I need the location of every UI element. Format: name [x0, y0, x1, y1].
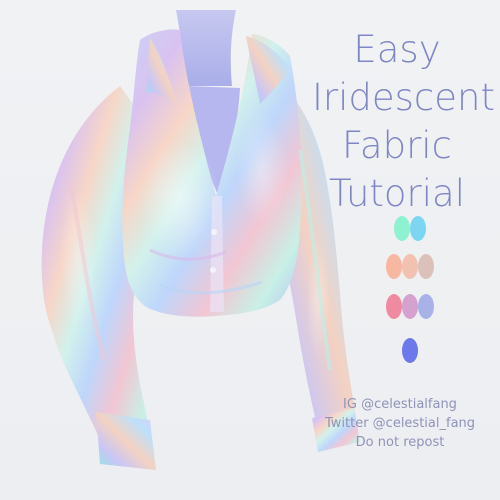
color-swatch — [418, 254, 434, 279]
fabric-highlight — [140, 140, 220, 260]
shirt-button — [210, 267, 216, 273]
title-line: Easy — [353, 28, 441, 71]
color-palette — [384, 216, 444, 376]
left-cuff — [96, 412, 156, 470]
color-swatch — [418, 294, 434, 319]
repost-notice: Do not repost — [355, 435, 445, 450]
color-swatch — [394, 216, 410, 241]
color-swatch — [386, 294, 402, 319]
title-line: Fabric — [342, 124, 452, 167]
tutorial-title: Easy Iridescent Fabric Tutorial — [312, 26, 495, 218]
artwork-canvas: Easy Iridescent Fabric Tutorial IG @cele… — [0, 0, 500, 500]
color-swatch — [402, 338, 418, 363]
artist-credits: IG @celestialfang Twitter @celestial_fan… — [310, 395, 490, 452]
color-swatch — [402, 254, 418, 279]
color-swatch — [410, 216, 426, 241]
title-line: Tutorial — [328, 172, 466, 215]
instagram-handle: IG @celestialfang — [343, 397, 457, 412]
title-line: Iridescent — [312, 76, 495, 119]
color-swatch — [402, 294, 418, 319]
fabric-highlight — [236, 115, 288, 225]
color-swatch — [386, 254, 402, 279]
twitter-handle: Twitter @celestial_fang — [324, 416, 476, 431]
